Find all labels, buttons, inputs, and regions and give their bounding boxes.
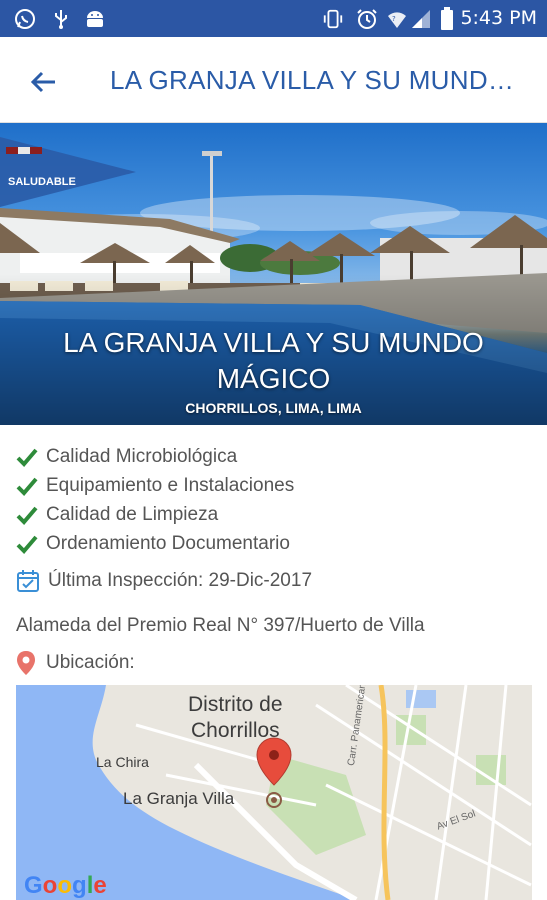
check-item: Ordenamiento Documentario: [16, 531, 290, 557]
map-label-district-1: Distrito de: [188, 693, 283, 716]
arrow-left-icon: [30, 71, 55, 93]
check-label: Calidad de Limpieza: [46, 504, 219, 525]
check-label: Equipamiento e Instalaciones: [46, 475, 295, 496]
signal-icon: [410, 8, 432, 30]
check-icon: [16, 506, 38, 525]
address-text: Alameda del Premio Real N° 397/Huerto de…: [16, 615, 425, 636]
google-logo: Google: [24, 872, 107, 899]
map-label-marker: La Granja Villa: [123, 789, 235, 808]
back-button[interactable]: [22, 61, 64, 103]
wifi-icon: ?: [386, 8, 408, 30]
badge-label: SALUDABLE: [8, 176, 76, 188]
app-bar: LA GRANJA VILLA Y SU MUNDO MÁGICO: [0, 37, 547, 123]
location-label: Ubicación:: [46, 652, 135, 673]
map-pin-icon: [17, 651, 35, 675]
location-map[interactable]: Distrito de Chorrillos La Chira La Granj…: [16, 685, 532, 900]
calendar-check-icon: [17, 570, 39, 592]
check-icon: [16, 535, 38, 554]
whatsapp-icon: [14, 8, 36, 30]
check-label: Ordenamiento Documentario: [46, 533, 290, 554]
usb-icon: [50, 8, 72, 30]
hero-title: LA GRANJA VILLA Y SU MUNDO MÁGICO: [63, 327, 484, 394]
inspection-label: Última Inspección: 29-Dic-2017: [48, 570, 313, 591]
map-tiles: [16, 685, 532, 900]
badge-ribbon-icon: [0, 137, 136, 207]
check-icon: [16, 448, 38, 467]
status-bar: ? 5:43 PM: [0, 0, 547, 37]
details-section: Calidad Microbiológica Equipamiento e In…: [0, 425, 547, 900]
check-item: Calidad Microbiológica: [16, 444, 237, 470]
alarm-icon: [356, 8, 378, 30]
battery-icon: [436, 7, 458, 30]
check-item: Equipamiento e Instalaciones: [16, 473, 294, 499]
page-title: LA GRANJA VILLA Y SU MUNDO MÁGICO: [110, 65, 530, 95]
status-time: 5:43 PM: [460, 7, 537, 29]
map-label-la-chira: La Chira: [96, 754, 149, 770]
check-item: Calidad de Limpieza: [16, 502, 218, 528]
vibrate-icon: [322, 8, 344, 30]
android-icon: [84, 8, 106, 30]
map-label-district-2: Chorrillos: [191, 719, 280, 742]
location-row: Ubicación:: [16, 649, 135, 677]
inspection-row: Última Inspección: 29-Dic-2017: [16, 566, 312, 596]
svg-text:?: ?: [392, 15, 396, 23]
saludable-badge: SALUDABLE: [0, 137, 136, 211]
check-icon: [16, 477, 38, 496]
hero-subtitle: CHORRILLOS, LIMA, LIMA: [185, 400, 362, 416]
check-label: Calidad Microbiológica: [46, 446, 238, 467]
hero-image: SALUDABLE LA GRANJA VILLA Y SU MUNDO MÁG…: [0, 123, 547, 425]
